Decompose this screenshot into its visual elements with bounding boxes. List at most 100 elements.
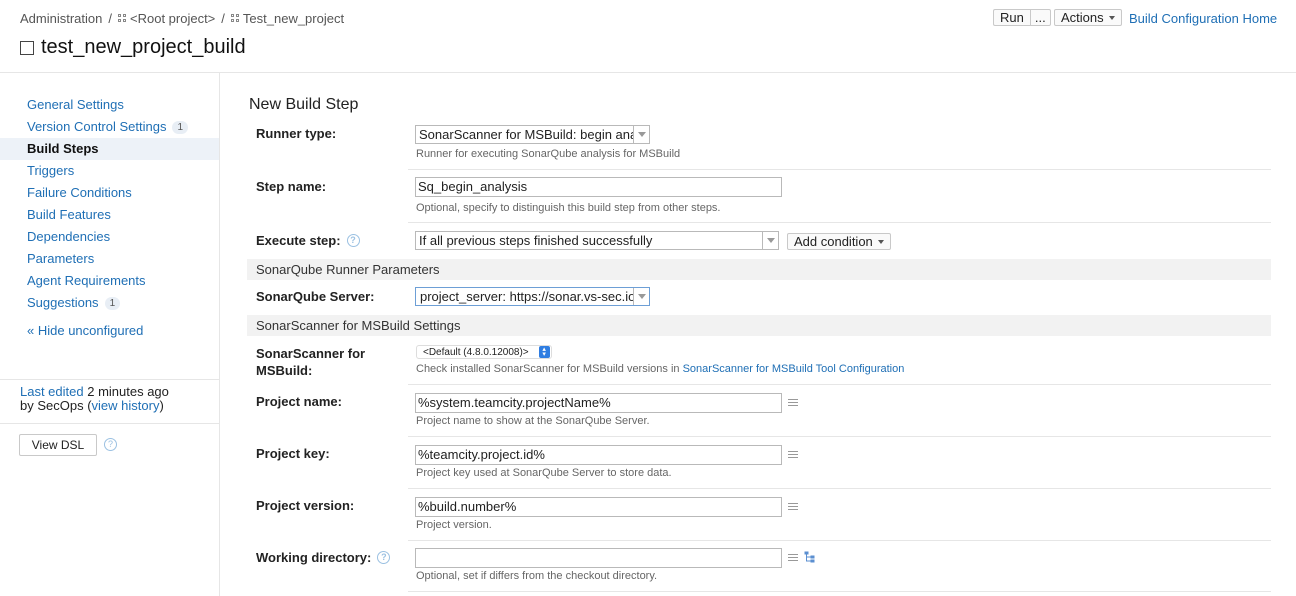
sidebar-item-label: Build Steps (27, 141, 99, 156)
working-directory-label-row: Working directory: ? (256, 550, 391, 565)
chevron-down-icon (633, 126, 649, 143)
row-divider (408, 222, 1271, 223)
breadcrumb-separator: / (108, 11, 112, 26)
project-grid-icon (230, 14, 240, 23)
project-key-input[interactable]: %teamcity.project.id% (415, 445, 782, 465)
row-divider (408, 384, 1271, 385)
execute-step-label: Execute step: (256, 233, 341, 248)
help-icon[interactable]: ? (346, 234, 360, 247)
actions-button[interactable]: Actions (1054, 9, 1122, 26)
chevron-down-icon (1108, 15, 1115, 20)
sidebar-item-build-steps[interactable]: Build Steps (0, 138, 219, 160)
runner-type-label: Runner type: (256, 126, 337, 141)
sonarqube-runner-parameters-header: SonarQube Runner Parameters (247, 259, 1271, 280)
row-divider (408, 169, 1271, 170)
actions-label: Actions (1061, 10, 1104, 25)
view-history-link[interactable]: view history (92, 398, 160, 413)
scanner-tool-configuration-link[interactable]: SonarScanner for MSBuild Tool Configurat… (683, 363, 905, 375)
execute-step-label-row: Execute step: ? (256, 233, 360, 248)
sidebar-item-label: Triggers (27, 163, 75, 178)
scanner-label-line2: MSBuild: (256, 363, 313, 378)
sonarqube-server-select[interactable]: project_server: https://sonar.vs-sec.io (415, 287, 650, 306)
sidebar-item-label: Failure Conditions (27, 185, 132, 200)
step-name-hint: Optional, specify to distinguish this bu… (416, 202, 721, 214)
breadcrumb-project[interactable]: Test_new_project (230, 11, 345, 26)
last-edited-link[interactable]: Last edited (20, 384, 84, 399)
build-config-icon (20, 40, 34, 55)
chevron-down-icon (877, 239, 884, 244)
parameter-picker-icon[interactable] (788, 399, 798, 407)
sonarqube-server-label: SonarQube Server: (256, 289, 375, 304)
working-directory-hint: Optional, set if differs from the checko… (416, 570, 658, 582)
breadcrumb-project-label: Test_new_project (242, 11, 345, 26)
run-button[interactable]: Run (993, 9, 1030, 26)
hide-unconfigured-link[interactable]: « Hide unconfigured (0, 320, 219, 342)
project-name-hint: Project name to show at the SonarQube Se… (416, 415, 650, 427)
parameter-picker-icon[interactable] (788, 554, 798, 562)
parameter-picker-icon[interactable] (788, 451, 798, 459)
sidebar-item-build-features[interactable]: Build Features (0, 204, 219, 226)
scanner-version-value: <Default (4.8.0.12008)> (423, 346, 529, 358)
build-configuration-home-link[interactable]: Build Configuration Home (1129, 11, 1277, 26)
sidebar-item-label: General Settings (27, 97, 124, 112)
breadcrumb-root-project[interactable]: <Root project> (118, 11, 215, 26)
sidebar-item-general-settings[interactable]: General Settings (0, 94, 219, 116)
breadcrumb-administration[interactable]: Administration (20, 11, 102, 26)
sonarqube-server-value: project_server: https://sonar.vs-sec.io (420, 289, 633, 304)
project-name-label: Project name: (256, 394, 342, 409)
project-key-label: Project key: (256, 446, 330, 461)
help-icon[interactable]: ? (377, 551, 391, 564)
sidebar-item-failure-conditions[interactable]: Failure Conditions (0, 182, 219, 204)
project-version-label: Project version: (256, 498, 355, 513)
execute-step-value: If all previous steps finished successfu… (419, 233, 653, 248)
sidebar-item-agent-requirements[interactable]: Agent Requirements (0, 270, 219, 292)
scanner-version-select[interactable]: <Default (4.8.0.12008)> ▴ ▾ (416, 345, 552, 359)
select-stepper-icon: ▴ ▾ (538, 346, 550, 358)
project-grid-icon (118, 14, 127, 23)
page-title-text: test_new_project_build (41, 36, 246, 58)
working-directory-input[interactable] (415, 548, 782, 568)
sidebar-item-label: Dependencies (27, 229, 111, 244)
sidebar-item-label: Suggestions (27, 295, 99, 310)
scanner-label: SonarScanner for MSBuild: (256, 345, 365, 379)
help-icon[interactable]: ? (104, 438, 117, 451)
runner-type-select[interactable]: SonarScanner for MSBuild: begin analysis (415, 125, 650, 144)
breadcrumb: Administration / <Root project> / Test_n… (20, 11, 344, 26)
project-name-input[interactable]: %system.teamcity.projectName% (415, 393, 782, 413)
breadcrumb-root-label: <Root project> (130, 11, 216, 26)
sidebar-item-parameters[interactable]: Parameters (0, 248, 219, 270)
count-badge: 1 (172, 121, 189, 134)
sidebar: General Settings Version Control Setting… (0, 73, 220, 596)
scanner-hint-text: Check installed SonarScanner for MSBuild… (416, 363, 680, 375)
msbuild-settings-header: SonarScanner for MSBuild Settings (247, 315, 1271, 336)
project-version-hint: Project version. (416, 519, 492, 531)
row-divider (408, 488, 1271, 489)
page-title: test_new_project_build (20, 36, 246, 59)
runner-type-value: SonarScanner for MSBuild: begin analysis (419, 127, 633, 142)
sidebar-item-suggestions[interactable]: Suggestions 1 (0, 292, 219, 314)
sidebar-item-version-control-settings[interactable]: Version Control Settings 1 (0, 116, 219, 138)
runner-type-hint: Runner for executing SonarQube analysis … (416, 148, 681, 160)
view-dsl-button[interactable]: View DSL (19, 434, 97, 456)
sidebar-item-label: Parameters (27, 251, 95, 266)
edited-by: by SecOps (20, 398, 84, 413)
scanner-label-line1: SonarScanner for (256, 346, 366, 361)
row-divider (408, 540, 1271, 541)
sidebar-divider (0, 379, 219, 380)
project-version-input[interactable]: %build.number% (415, 497, 782, 517)
execute-step-select[interactable]: If all previous steps finished successfu… (415, 231, 779, 250)
count-badge: 1 (104, 297, 121, 310)
directory-tree-icon[interactable] (804, 551, 816, 563)
sidebar-item-label: Build Features (27, 207, 111, 222)
sidebar-item-triggers[interactable]: Triggers (0, 160, 219, 182)
sidebar-item-dependencies[interactable]: Dependencies (0, 226, 219, 248)
run-options-button[interactable]: ... (1029, 9, 1051, 26)
add-condition-button[interactable]: Add condition (787, 233, 891, 250)
scanner-hint: Check installed SonarScanner for MSBuild… (416, 363, 904, 375)
last-edited-time: 2 minutes ago (87, 384, 169, 399)
step-name-input[interactable]: Sq_begin_analysis (415, 177, 782, 197)
last-edited-info: Last edited 2 minutes ago by SecOps (vie… (20, 384, 169, 413)
parameter-picker-icon[interactable] (788, 503, 798, 511)
add-condition-label: Add condition (794, 234, 873, 249)
chevron-down-icon (633, 288, 649, 305)
